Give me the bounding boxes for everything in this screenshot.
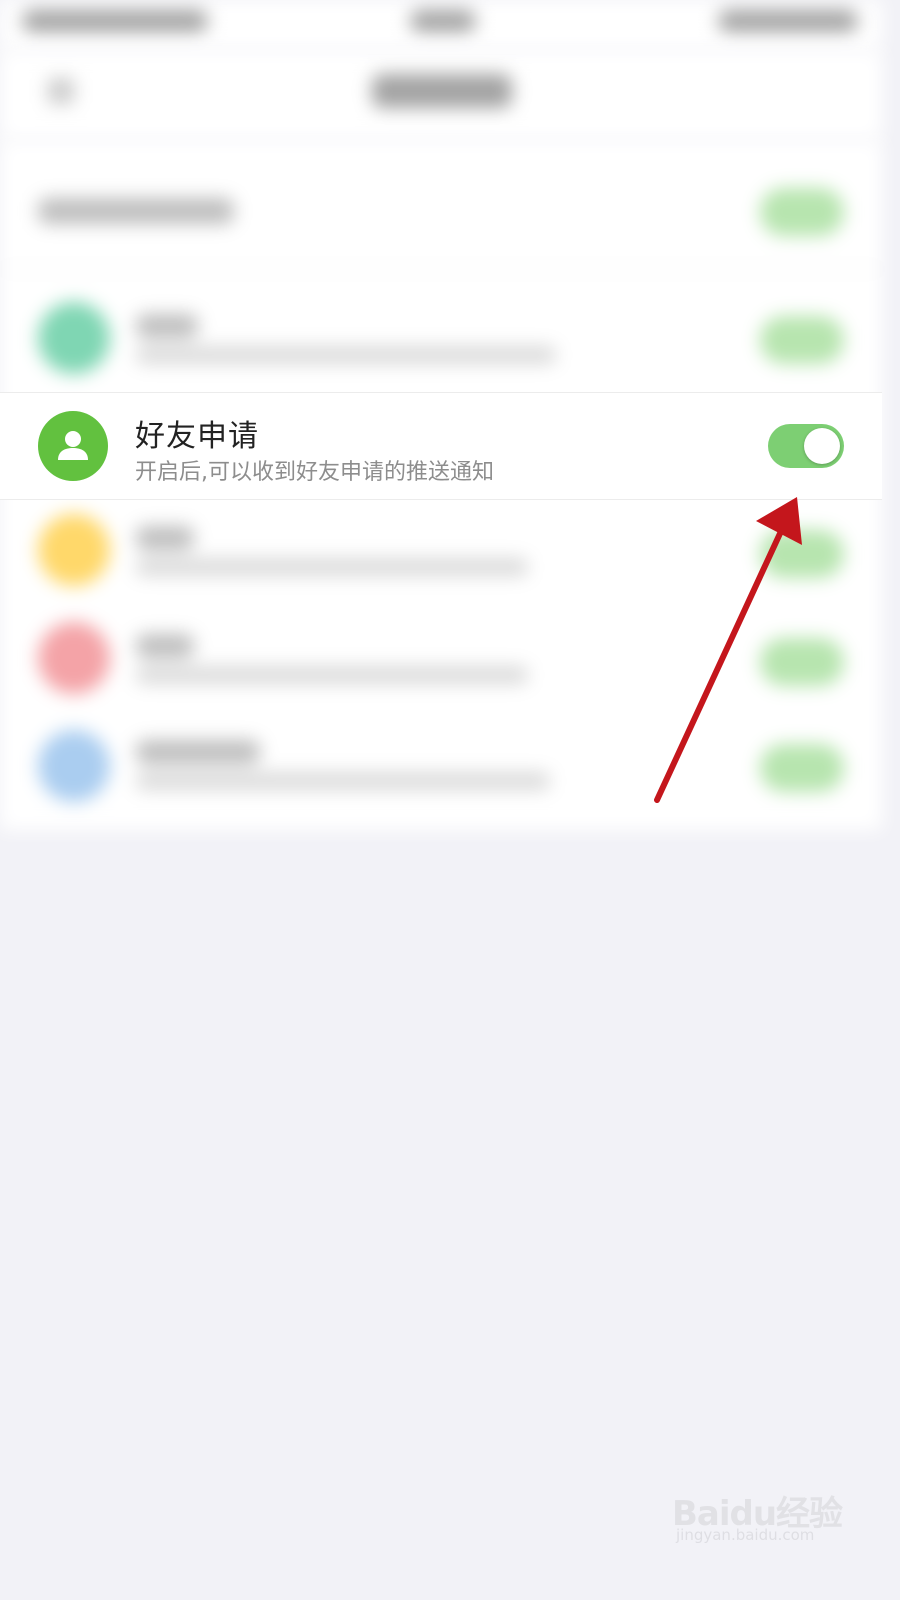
setting-avatar-yellow [38, 514, 110, 586]
person-icon-glyph [58, 431, 88, 460]
watermark-url: jingyan.baidu.com [676, 1526, 815, 1544]
status-bar-time [410, 10, 476, 32]
setting-toggle[interactable] [760, 638, 844, 686]
setting-toggle[interactable] [760, 316, 844, 364]
friend-request-description: 开启后,可以收到好友申请的推送通知 [135, 460, 494, 485]
friend-request-title: 好友申请 [135, 419, 259, 454]
person-icon [38, 411, 108, 481]
status-bar [0, 0, 882, 50]
setting-description [136, 346, 556, 364]
setting-description [136, 666, 528, 684]
back-icon[interactable] [48, 78, 74, 104]
setting-description [136, 772, 550, 790]
page-title [372, 74, 512, 108]
setting-description [136, 558, 528, 576]
status-bar-right [718, 10, 858, 32]
toggle-knob[interactable] [804, 428, 840, 464]
main-setting-label [38, 198, 234, 224]
divider [0, 268, 882, 270]
nav-bar [0, 50, 882, 140]
setting-label [136, 740, 260, 764]
friend-request-row[interactable]: 好友申请 开启后,可以收到好友申请的推送通知 [0, 392, 882, 500]
setting-toggle[interactable] [760, 744, 844, 792]
setting-label [136, 526, 194, 550]
setting-avatar-teal [38, 302, 110, 374]
main-setting-toggle[interactable] [760, 188, 844, 236]
watermark: Baidu经验 jingyan.baidu.com [672, 1478, 843, 1548]
setting-label [136, 634, 194, 658]
status-bar-left [22, 10, 208, 32]
setting-toggle[interactable] [760, 530, 844, 578]
setting-avatar-red [38, 622, 110, 694]
friend-request-toggle[interactable] [768, 424, 844, 468]
setting-label [136, 314, 198, 338]
setting-avatar-blue [38, 730, 110, 802]
